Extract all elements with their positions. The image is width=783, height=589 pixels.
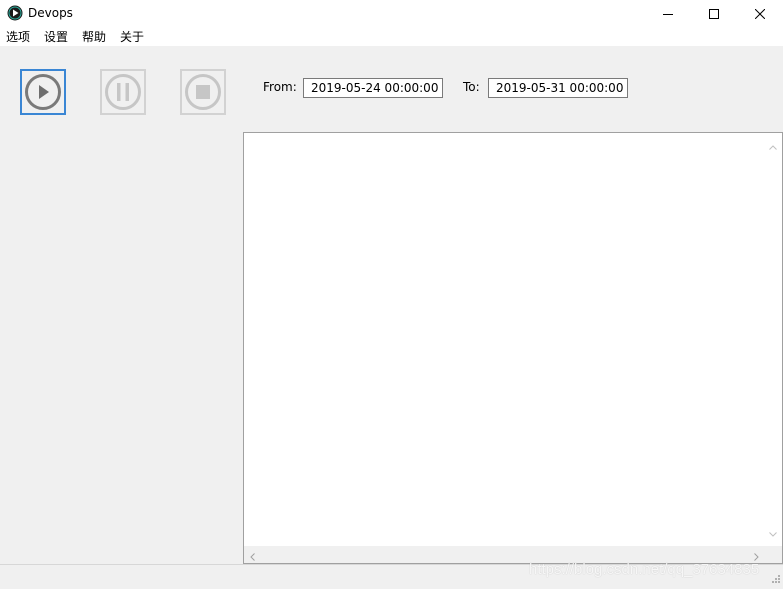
menu-bar: 选项 设置 帮助 关于 (0, 27, 783, 46)
close-button[interactable] (737, 0, 783, 27)
close-icon (755, 8, 765, 19)
pause-button[interactable] (100, 69, 146, 115)
menu-about[interactable]: 关于 (120, 29, 144, 45)
watermark: https://blog.csdn.net/qq_37634835 (529, 561, 760, 578)
scroll-left-icon[interactable] (250, 550, 255, 564)
maximize-icon (709, 8, 719, 19)
menu-help[interactable]: 帮助 (82, 29, 106, 45)
minimize-icon (663, 9, 673, 19)
to-label: To: (463, 80, 480, 94)
maximize-button[interactable] (691, 0, 737, 27)
from-date-field[interactable]: 2019-05-24 00:00:00 (303, 78, 443, 98)
stop-button[interactable] (180, 69, 226, 115)
title-bar: Devops (0, 0, 783, 27)
resize-grip-icon[interactable] (771, 573, 781, 587)
app-window: Devops 选项 设置 帮助 关于 From: 2019-05-24 00:0… (0, 0, 783, 589)
scrollbar-corner (765, 546, 782, 563)
play-button[interactable] (20, 69, 66, 115)
vertical-scrollbar[interactable] (765, 133, 782, 546)
scroll-up-icon[interactable] (769, 139, 777, 153)
output-textarea[interactable] (243, 132, 783, 564)
app-icon (7, 5, 23, 21)
from-label: From: (263, 80, 297, 94)
menu-options[interactable]: 选项 (6, 29, 30, 45)
menu-settings[interactable]: 设置 (44, 29, 68, 45)
window-title: Devops (28, 6, 73, 20)
to-date-field[interactable]: 2019-05-31 00:00:00 (488, 78, 628, 98)
scroll-down-icon[interactable] (769, 526, 777, 540)
minimize-button[interactable] (645, 0, 691, 27)
